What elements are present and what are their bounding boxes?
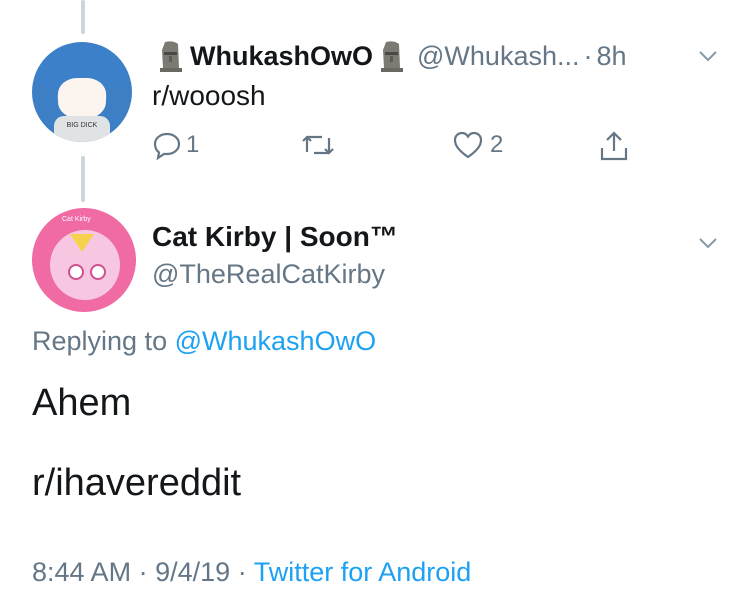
like-button[interactable]: 2 <box>452 130 503 160</box>
timestamp[interactable]: 8h <box>596 41 626 72</box>
share-button[interactable] <box>598 130 630 162</box>
tweet-header: WhukashOwO @Whukash... · 8h <box>152 34 627 78</box>
avatar-eye <box>90 264 106 280</box>
chevron-down-icon[interactable] <box>698 237 718 249</box>
reply-button[interactable]: 1 <box>152 130 199 160</box>
handle[interactable]: @TheRealCatKirby <box>152 259 385 290</box>
replying-prefix: Replying to <box>32 326 168 356</box>
moai-emoji-icon <box>160 41 182 72</box>
replying-handle-link[interactable]: @WhukashOwO <box>175 326 376 356</box>
tweet-text: r/wooosh <box>152 80 266 111</box>
reply-count: 1 <box>186 131 200 158</box>
handle[interactable]: @Whukash... <box>417 41 579 72</box>
avatar-bow <box>70 234 94 252</box>
tweet-source-link[interactable]: Twitter for Android <box>254 557 472 587</box>
display-name[interactable]: WhukashOwO <box>190 41 373 72</box>
avatar[interactable]: BIG DICK <box>32 42 132 142</box>
avatar-shirt-text: BIG DICK <box>66 122 98 129</box>
like-count: 2 <box>490 131 504 158</box>
chevron-down-icon[interactable] <box>698 50 718 62</box>
reply-icon <box>153 132 181 160</box>
thread-connector <box>81 156 85 202</box>
tweet-date: 9/4/19 <box>155 557 231 587</box>
retweet-button[interactable] <box>300 130 336 160</box>
tweet-meta: 8:44 AM · 9/4/19 · Twitter for Android <box>32 557 471 588</box>
tweet-time: 8:44 AM <box>32 557 132 587</box>
thread-connector-top <box>81 0 85 34</box>
share-icon <box>600 131 628 161</box>
retweet-icon <box>302 135 334 155</box>
replying-to: Replying to @WhukashOwO <box>32 326 376 357</box>
separator: · <box>583 40 593 71</box>
avatar-face <box>58 78 106 118</box>
avatar[interactable]: Cat Kirby <box>32 208 136 312</box>
moai-emoji-icon <box>381 41 404 72</box>
tweet-text-line: Ahem <box>32 382 132 424</box>
meta-separator: · <box>138 557 148 587</box>
like-icon <box>453 131 483 159</box>
avatar-shirt: BIG DICK <box>54 116 110 142</box>
display-name[interactable]: Cat Kirby | Soon™ <box>152 221 398 253</box>
avatar-caption: Cat Kirby <box>62 216 91 223</box>
meta-separator: · <box>237 557 247 587</box>
avatar-eye <box>68 264 84 280</box>
tweet-text-line: r/ihavereddit <box>32 462 242 504</box>
